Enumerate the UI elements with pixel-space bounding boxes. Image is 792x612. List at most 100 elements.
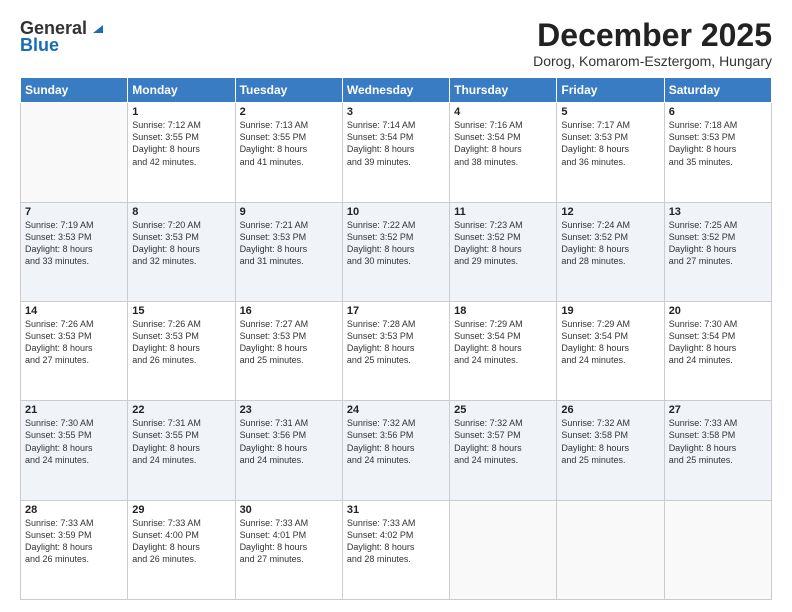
day-info: Sunrise: 7:14 AMSunset: 3:54 PMDaylight:… (347, 119, 445, 168)
day-number: 19 (561, 305, 659, 317)
week-row-5: 28Sunrise: 7:33 AMSunset: 3:59 PMDayligh… (21, 500, 772, 599)
day-info: Sunrise: 7:21 AMSunset: 3:53 PMDaylight:… (240, 219, 338, 268)
day-number: 21 (25, 404, 123, 416)
day-number: 7 (25, 206, 123, 218)
day-info: Sunrise: 7:19 AMSunset: 3:53 PMDaylight:… (25, 219, 123, 268)
day-cell: 7Sunrise: 7:19 AMSunset: 3:53 PMDaylight… (21, 202, 128, 301)
title-block: December 2025 Dorog, Komarom-Esztergom, … (533, 18, 772, 69)
day-cell (21, 103, 128, 202)
day-info: Sunrise: 7:32 AMSunset: 3:57 PMDaylight:… (454, 417, 552, 466)
day-number: 8 (132, 206, 230, 218)
day-cell: 12Sunrise: 7:24 AMSunset: 3:52 PMDayligh… (557, 202, 664, 301)
day-info: Sunrise: 7:20 AMSunset: 3:53 PMDaylight:… (132, 219, 230, 268)
day-number: 28 (25, 504, 123, 516)
day-info: Sunrise: 7:25 AMSunset: 3:52 PMDaylight:… (669, 219, 767, 268)
day-info: Sunrise: 7:33 AMSunset: 3:58 PMDaylight:… (669, 417, 767, 466)
col-header-tuesday: Tuesday (235, 78, 342, 103)
day-cell: 21Sunrise: 7:30 AMSunset: 3:55 PMDayligh… (21, 401, 128, 500)
day-cell: 3Sunrise: 7:14 AMSunset: 3:54 PMDaylight… (342, 103, 449, 202)
day-info: Sunrise: 7:23 AMSunset: 3:52 PMDaylight:… (454, 219, 552, 268)
day-cell: 28Sunrise: 7:33 AMSunset: 3:59 PMDayligh… (21, 500, 128, 599)
col-header-friday: Friday (557, 78, 664, 103)
day-cell: 6Sunrise: 7:18 AMSunset: 3:53 PMDaylight… (664, 103, 771, 202)
page: General Blue December 2025 Dorog, Komaro… (0, 0, 792, 612)
logo-icon (89, 19, 105, 35)
day-number: 11 (454, 206, 552, 218)
day-info: Sunrise: 7:28 AMSunset: 3:53 PMDaylight:… (347, 318, 445, 367)
day-cell: 8Sunrise: 7:20 AMSunset: 3:53 PMDaylight… (128, 202, 235, 301)
week-row-3: 14Sunrise: 7:26 AMSunset: 3:53 PMDayligh… (21, 301, 772, 400)
day-number: 5 (561, 106, 659, 118)
day-cell (557, 500, 664, 599)
day-info: Sunrise: 7:26 AMSunset: 3:53 PMDaylight:… (25, 318, 123, 367)
day-cell: 4Sunrise: 7:16 AMSunset: 3:54 PMDaylight… (450, 103, 557, 202)
week-row-1: 1Sunrise: 7:12 AMSunset: 3:55 PMDaylight… (21, 103, 772, 202)
day-number: 18 (454, 305, 552, 317)
day-cell: 10Sunrise: 7:22 AMSunset: 3:52 PMDayligh… (342, 202, 449, 301)
day-info: Sunrise: 7:30 AMSunset: 3:55 PMDaylight:… (25, 417, 123, 466)
week-row-4: 21Sunrise: 7:30 AMSunset: 3:55 PMDayligh… (21, 401, 772, 500)
day-info: Sunrise: 7:31 AMSunset: 3:56 PMDaylight:… (240, 417, 338, 466)
col-header-thursday: Thursday (450, 78, 557, 103)
day-number: 25 (454, 404, 552, 416)
col-header-sunday: Sunday (21, 78, 128, 103)
day-cell: 27Sunrise: 7:33 AMSunset: 3:58 PMDayligh… (664, 401, 771, 500)
day-cell: 31Sunrise: 7:33 AMSunset: 4:02 PMDayligh… (342, 500, 449, 599)
day-info: Sunrise: 7:13 AMSunset: 3:55 PMDaylight:… (240, 119, 338, 168)
day-cell: 1Sunrise: 7:12 AMSunset: 3:55 PMDaylight… (128, 103, 235, 202)
day-number: 29 (132, 504, 230, 516)
day-number: 20 (669, 305, 767, 317)
day-info: Sunrise: 7:12 AMSunset: 3:55 PMDaylight:… (132, 119, 230, 168)
location-title: Dorog, Komarom-Esztergom, Hungary (533, 53, 772, 69)
day-cell (664, 500, 771, 599)
logo-blue: Blue (20, 35, 59, 56)
day-cell: 14Sunrise: 7:26 AMSunset: 3:53 PMDayligh… (21, 301, 128, 400)
day-info: Sunrise: 7:33 AMSunset: 4:01 PMDaylight:… (240, 517, 338, 566)
day-info: Sunrise: 7:22 AMSunset: 3:52 PMDaylight:… (347, 219, 445, 268)
day-number: 1 (132, 106, 230, 118)
day-info: Sunrise: 7:24 AMSunset: 3:52 PMDaylight:… (561, 219, 659, 268)
day-info: Sunrise: 7:16 AMSunset: 3:54 PMDaylight:… (454, 119, 552, 168)
day-cell: 23Sunrise: 7:31 AMSunset: 3:56 PMDayligh… (235, 401, 342, 500)
day-cell: 11Sunrise: 7:23 AMSunset: 3:52 PMDayligh… (450, 202, 557, 301)
day-cell: 19Sunrise: 7:29 AMSunset: 3:54 PMDayligh… (557, 301, 664, 400)
day-number: 17 (347, 305, 445, 317)
header: General Blue December 2025 Dorog, Komaro… (20, 18, 772, 69)
day-cell: 20Sunrise: 7:30 AMSunset: 3:54 PMDayligh… (664, 301, 771, 400)
day-info: Sunrise: 7:17 AMSunset: 3:53 PMDaylight:… (561, 119, 659, 168)
month-title: December 2025 (533, 18, 772, 53)
day-info: Sunrise: 7:30 AMSunset: 3:54 PMDaylight:… (669, 318, 767, 367)
day-info: Sunrise: 7:32 AMSunset: 3:58 PMDaylight:… (561, 417, 659, 466)
day-cell: 30Sunrise: 7:33 AMSunset: 4:01 PMDayligh… (235, 500, 342, 599)
day-info: Sunrise: 7:29 AMSunset: 3:54 PMDaylight:… (561, 318, 659, 367)
day-cell: 22Sunrise: 7:31 AMSunset: 3:55 PMDayligh… (128, 401, 235, 500)
day-cell: 26Sunrise: 7:32 AMSunset: 3:58 PMDayligh… (557, 401, 664, 500)
day-info: Sunrise: 7:32 AMSunset: 3:56 PMDaylight:… (347, 417, 445, 466)
logo: General Blue (20, 18, 105, 56)
day-number: 6 (669, 106, 767, 118)
day-number: 2 (240, 106, 338, 118)
day-number: 12 (561, 206, 659, 218)
day-number: 26 (561, 404, 659, 416)
day-info: Sunrise: 7:26 AMSunset: 3:53 PMDaylight:… (132, 318, 230, 367)
day-cell: 13Sunrise: 7:25 AMSunset: 3:52 PMDayligh… (664, 202, 771, 301)
day-info: Sunrise: 7:27 AMSunset: 3:53 PMDaylight:… (240, 318, 338, 367)
col-header-monday: Monday (128, 78, 235, 103)
day-info: Sunrise: 7:33 AMSunset: 4:00 PMDaylight:… (132, 517, 230, 566)
day-info: Sunrise: 7:33 AMSunset: 4:02 PMDaylight:… (347, 517, 445, 566)
day-cell: 5Sunrise: 7:17 AMSunset: 3:53 PMDaylight… (557, 103, 664, 202)
day-info: Sunrise: 7:33 AMSunset: 3:59 PMDaylight:… (25, 517, 123, 566)
day-cell: 24Sunrise: 7:32 AMSunset: 3:56 PMDayligh… (342, 401, 449, 500)
day-info: Sunrise: 7:31 AMSunset: 3:55 PMDaylight:… (132, 417, 230, 466)
day-info: Sunrise: 7:29 AMSunset: 3:54 PMDaylight:… (454, 318, 552, 367)
day-cell: 15Sunrise: 7:26 AMSunset: 3:53 PMDayligh… (128, 301, 235, 400)
week-row-2: 7Sunrise: 7:19 AMSunset: 3:53 PMDaylight… (21, 202, 772, 301)
day-number: 31 (347, 504, 445, 516)
day-cell: 16Sunrise: 7:27 AMSunset: 3:53 PMDayligh… (235, 301, 342, 400)
day-cell: 18Sunrise: 7:29 AMSunset: 3:54 PMDayligh… (450, 301, 557, 400)
day-info: Sunrise: 7:18 AMSunset: 3:53 PMDaylight:… (669, 119, 767, 168)
col-header-saturday: Saturday (664, 78, 771, 103)
day-number: 23 (240, 404, 338, 416)
day-number: 30 (240, 504, 338, 516)
day-cell: 9Sunrise: 7:21 AMSunset: 3:53 PMDaylight… (235, 202, 342, 301)
